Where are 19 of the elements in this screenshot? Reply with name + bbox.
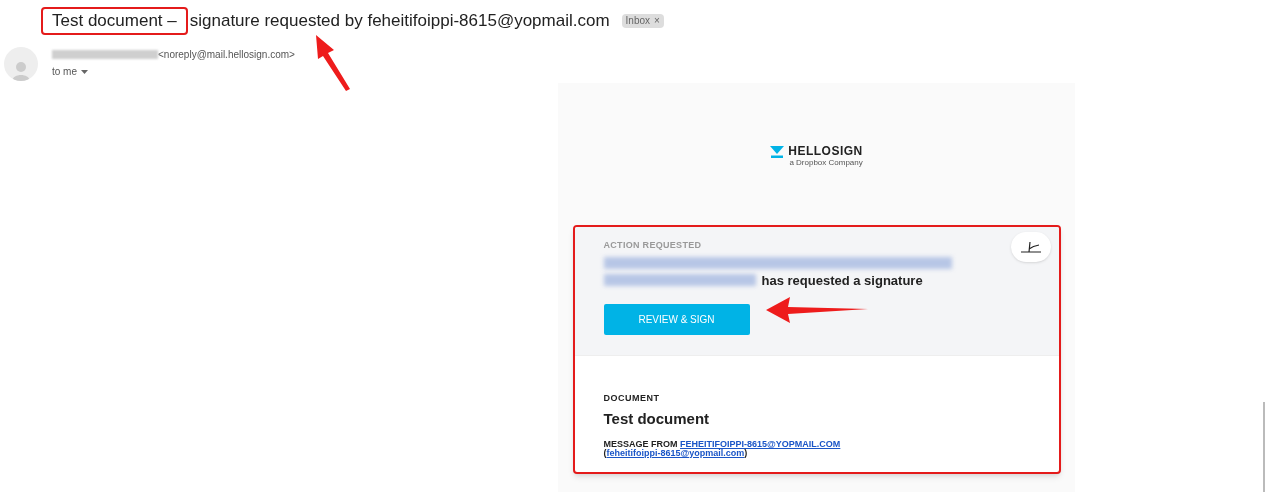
signature-icon — [1018, 239, 1043, 255]
email-subject: signature requested by feheitifoippi-8615@yopmail.com — [188, 10, 610, 32]
section-heading: DOCUMENT — [603, 392, 661, 405]
recipient-dropdown[interactable]: to me — [52, 64, 295, 79]
sender-link[interactable]: FEHEITIFOIPPI-8615@YOPMAIL.COM — [680, 439, 841, 449]
logo-name: HELLOSIGN — [788, 145, 863, 158]
sender-address: <noreply@mail.hellosign.com> — [158, 48, 295, 62]
label-text: Inbox — [625, 14, 651, 28]
request-text: has requested a signature — [761, 271, 923, 290]
caret-icon — [81, 69, 88, 74]
remove-label-button[interactable]: × — [654, 14, 660, 28]
message-from: MESSAGE FROM FEHEITIFOIPPI-8615@YOPMAIL.COM (feheitifoippi-8615@yopmail.com) — [603, 440, 842, 458]
document-title: Test document — [603, 408, 711, 429]
section-heading: ACTION REQUESTED — [603, 239, 703, 252]
inbox-label[interactable]: Inbox × — [621, 14, 664, 28]
highlighted-subject-text: Test document – — [41, 7, 188, 35]
logo-tagline: a Dropbox Company — [789, 158, 863, 167]
logo-icon — [770, 145, 785, 158]
person-icon — [11, 59, 31, 81]
